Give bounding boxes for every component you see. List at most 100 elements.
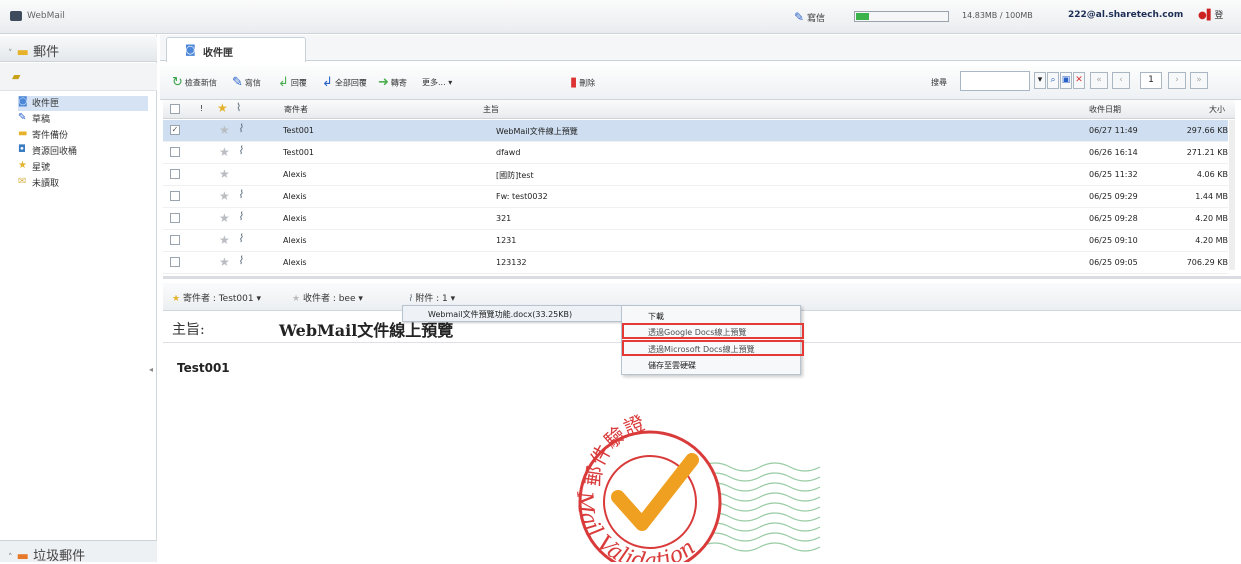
folder-label: 未讀取 xyxy=(32,179,60,189)
row-subject: dfawd xyxy=(496,148,521,157)
folder-icon: ▬ xyxy=(16,45,29,60)
folder-item[interactable]: ★ 星號 xyxy=(18,160,148,175)
page-number-input[interactable]: 1 xyxy=(1140,72,1162,89)
row-checkbox[interactable] xyxy=(170,235,180,245)
row-checkbox[interactable] xyxy=(170,257,180,267)
dropdown-arrow-icon: ▾ xyxy=(448,78,453,87)
mail-section-label: 郵件 xyxy=(33,45,60,60)
folder-label: 草稿 xyxy=(32,115,51,125)
row-size: 706.29 KB xyxy=(1186,258,1228,267)
draft-icon: ✎ xyxy=(18,112,27,123)
row-checkbox[interactable] xyxy=(170,147,180,157)
tab-inbox[interactable]: ◙ 收件匣 xyxy=(166,37,306,62)
chevron-down-icon: ˅ xyxy=(8,49,13,59)
compose-label: 寫信 xyxy=(244,78,261,88)
select-all-checkbox[interactable] xyxy=(170,104,180,114)
table-row[interactable]: ★ ⌇ Test001 dfawd 06/26 16:14 271.21 KB xyxy=(163,142,1228,164)
recipient-chip[interactable]: ★ 收件者 : bee ▾ xyxy=(292,291,363,304)
row-size: 4.20 MB xyxy=(1195,214,1228,223)
more-label: 更多... xyxy=(422,78,446,87)
download-menu-item[interactable]: 下載 xyxy=(648,311,664,322)
star-icon[interactable]: ★ xyxy=(219,255,230,269)
folder-item[interactable]: ✉ 未讀取 xyxy=(18,176,148,191)
forward-button[interactable]: ➜ 轉寄 xyxy=(378,75,407,91)
folder-item[interactable]: ◘ 資源回收桶 xyxy=(18,144,148,159)
attachment-column-icon[interactable]: ⌇ xyxy=(236,101,241,114)
folder-item[interactable]: ✎ 草稿 xyxy=(18,112,148,127)
add-folder-icon[interactable]: ▰ xyxy=(12,70,20,83)
paperclip-icon: ⌇ xyxy=(238,232,244,245)
paperclip-icon: ⌇ xyxy=(238,254,244,267)
search-input[interactable] xyxy=(960,71,1030,91)
row-size: 4.20 MB xyxy=(1195,236,1228,245)
next-page-icon[interactable]: › xyxy=(1168,72,1186,89)
reply-all-button[interactable]: ↲ 全部回覆 xyxy=(322,75,367,91)
row-date: 06/27 11:49 xyxy=(1089,126,1138,135)
collapse-handle-icon[interactable]: ◂ xyxy=(149,365,153,374)
delete-button[interactable]: ▮ 刪除 xyxy=(570,75,595,91)
star-icon[interactable]: ★ xyxy=(219,145,230,159)
paperclip-icon: ⌇ xyxy=(408,294,413,304)
star-icon[interactable]: ★ xyxy=(219,233,230,247)
size-column-header[interactable]: 大小 xyxy=(1209,104,1225,115)
reply-all-icon: ↲ xyxy=(322,75,333,90)
compose-button[interactable]: ✎ 寫信 xyxy=(232,75,261,91)
highlight-microsoft-option xyxy=(622,340,804,356)
mail-section-header[interactable]: ˅ ▬ 郵件 xyxy=(0,36,157,62)
folder-item[interactable]: ▬ 寄件備份 xyxy=(18,128,148,143)
row-checkbox[interactable] xyxy=(170,169,180,179)
first-page-icon[interactable]: « xyxy=(1090,72,1108,89)
sender-chip[interactable]: ★ 寄件者 : Test001 ▾ xyxy=(172,291,261,304)
table-row[interactable]: ★ Alexis [國防]test 06/25 11:32 4.06 KB xyxy=(163,164,1228,186)
star-icon[interactable]: ★ xyxy=(219,211,230,225)
save-to-cloud-menu-item[interactable]: 儲存至雲硬碟 xyxy=(648,360,696,371)
paperclip-icon: ⌇ xyxy=(238,144,244,157)
search-icon[interactable]: ⌕ xyxy=(1047,72,1059,89)
prev-page-icon[interactable]: ‹ xyxy=(1112,72,1130,89)
search-dropdown-icon[interactable]: ▾ xyxy=(1034,72,1046,89)
date-column-header[interactable]: 收件日期 xyxy=(1089,104,1121,115)
check-mail-button[interactable]: ↻ 檢查新信 xyxy=(172,75,217,91)
paperclip-icon: ⌇ xyxy=(238,122,244,135)
more-button[interactable]: 更多... ▾ xyxy=(422,75,452,91)
table-row[interactable]: ★ ⌇ Alexis 123132 06/25 09:05 706.29 KB xyxy=(163,252,1228,274)
row-subject: 123132 xyxy=(496,258,527,267)
star-icon[interactable]: ★ xyxy=(219,167,230,181)
logout-button[interactable]: ●▌登 xyxy=(1198,8,1223,21)
table-row[interactable]: ★ ⌇ Alexis 321 06/25 09:28 4.20 MB xyxy=(163,208,1228,230)
attachment-chip-label: 附件 : 1 xyxy=(415,294,448,304)
reply-button[interactable]: ↲ 回覆 xyxy=(278,75,307,91)
attachment-chip[interactable]: ⌇ 附件 : 1 ▾ xyxy=(408,291,455,304)
row-size: 4.06 KB xyxy=(1196,170,1228,179)
row-checkbox[interactable] xyxy=(170,191,180,201)
priority-column-icon[interactable]: ! xyxy=(200,104,203,113)
last-page-icon[interactable]: » xyxy=(1190,72,1208,89)
from-column-header[interactable]: 寄件者 xyxy=(284,104,308,115)
table-row[interactable]: ✓ ★ ⌇ Test001 WebMail文件線上預覽 06/27 11:49 297.66… xyxy=(163,120,1228,142)
subject-column-header[interactable]: 主旨 xyxy=(483,104,499,115)
row-subject: [國防]test xyxy=(496,171,534,180)
dropdown-arrow-icon: ▾ xyxy=(450,294,456,304)
clear-search-icon[interactable]: ✕ xyxy=(1073,72,1085,89)
star-column-icon[interactable]: ★ xyxy=(217,101,228,115)
pen-icon: ✎ xyxy=(232,75,243,90)
advanced-search-icon[interactable]: ▣ xyxy=(1060,72,1072,89)
grid-scrollbar[interactable] xyxy=(1229,120,1235,270)
check-mail-label: 檢查新信 xyxy=(184,78,217,88)
row-checkbox[interactable] xyxy=(170,213,180,223)
attachment-menu-item[interactable]: Webmail文件預覽功能.docx(33.25KB)▸ xyxy=(402,305,632,322)
table-row[interactable]: ★ ⌇ Alexis 1231 06/25 09:10 4.20 MB xyxy=(163,230,1228,252)
mail-validation-stamp-icon: 郵件驗證 Mail Validation xyxy=(571,412,821,562)
star-icon: ★ xyxy=(18,160,27,171)
table-row[interactable]: ★ ⌇ Alexis Fw: test0032 06/25 09:29 1.44 MB xyxy=(163,186,1228,208)
row-checkbox[interactable]: ✓ xyxy=(170,125,180,135)
user-email[interactable]: 222@al.sharetech.com xyxy=(1068,10,1183,20)
junk-section[interactable]: ˄ ▬ 垃圾郵件 xyxy=(0,540,157,564)
compose-top-button[interactable]: ✎ 寫信 xyxy=(794,10,825,24)
folder-item[interactable]: ◙ 收件匣 xyxy=(18,96,148,111)
row-date: 06/25 09:10 xyxy=(1089,236,1138,245)
tab-inbox-label: 收件匣 xyxy=(203,48,233,59)
star-icon[interactable]: ★ xyxy=(219,189,230,203)
star-icon[interactable]: ★ xyxy=(219,123,230,137)
pane-splitter[interactable] xyxy=(163,276,1241,279)
